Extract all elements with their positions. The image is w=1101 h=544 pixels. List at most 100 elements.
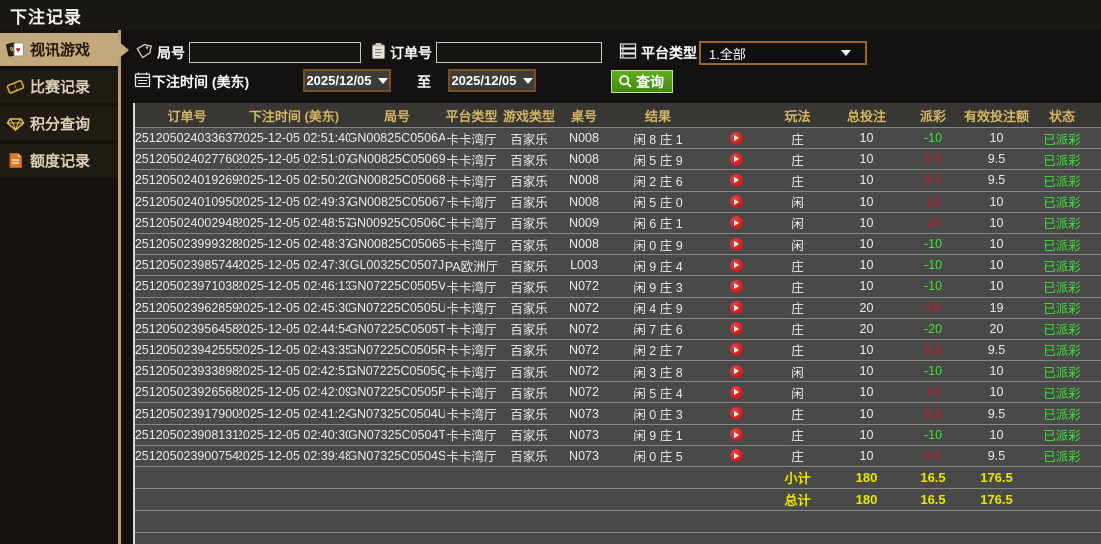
play-video-icon[interactable] (729, 152, 743, 166)
cell-status: 已派彩 (1043, 259, 1081, 274)
cell-round-number: GN07225C0505R (349, 342, 445, 357)
cards-icon: 9 ♥ (0, 41, 30, 58)
cell-valid-bet: 10 (989, 237, 1004, 252)
cell-bet-time: 2025-12-05 02:43:35 (239, 342, 349, 357)
query-button[interactable]: 查询 (611, 70, 673, 93)
play-video-icon[interactable] (729, 131, 743, 145)
empty-cell (498, 467, 560, 488)
cell-result: 闲 2 庄 7 (608, 340, 764, 360)
clipped-column (1095, 170, 1101, 190)
play-slot (708, 428, 764, 442)
empty-cell (560, 489, 608, 510)
tag-icon (135, 43, 153, 65)
empty-cell (445, 467, 498, 488)
chevron-down-icon (841, 50, 851, 56)
play-video-icon[interactable] (729, 407, 743, 421)
cell-bet-type: 庄 (791, 344, 804, 359)
cell-payout: 10 (926, 385, 940, 400)
play-video-icon[interactable] (729, 173, 743, 187)
play-video-icon[interactable] (729, 449, 743, 463)
sidebar-item-quota-records[interactable]: 额度记录 (0, 144, 118, 177)
play-video-icon[interactable] (729, 385, 743, 399)
cell-total-bet: 10 (859, 385, 874, 400)
play-video-icon[interactable] (729, 301, 743, 315)
cell-bet-type: 闲 (791, 196, 804, 211)
cell-game-type: 百家乐 (510, 365, 548, 380)
play-slot (708, 195, 764, 209)
date-to-picker[interactable]: 2025/12/05 (448, 69, 536, 92)
cell-round-number: GL00325C0507J (349, 258, 445, 273)
cell-result: 闲 9 庄 3 (608, 276, 764, 296)
column-header: 派彩 (919, 108, 946, 124)
play-video-icon[interactable] (729, 343, 743, 357)
cell-game-type: 百家乐 (510, 174, 548, 189)
cell-platform-type: 卡卡湾厅 (446, 344, 497, 359)
cell-game-type: 百家乐 (510, 302, 548, 317)
sidebar-item-match-records[interactable]: 比赛记录 (0, 70, 118, 103)
chevron-down-icon (522, 77, 533, 84)
cell-valid-bet: 10 (989, 364, 1004, 379)
date-from-picker[interactable]: 2025/12/05 (303, 69, 391, 92)
play-video-icon[interactable] (729, 364, 743, 378)
cell-order-number: 251205023942555 (135, 342, 239, 357)
result-text: 闲 0 庄 9 (633, 238, 683, 253)
cell-game-type: 百家乐 (510, 196, 548, 211)
cell-table-number: N072 (569, 342, 599, 357)
cell-valid-bet: 9.5 (987, 173, 1006, 188)
table-row: 251205023908131 2025-12-05 02:40:30 GN0732… (135, 424, 1101, 446)
cell-game-type: 百家乐 (510, 323, 548, 338)
cell-bet-type: 庄 (791, 323, 804, 338)
cell-round-number: GN00825C05067 (349, 194, 445, 209)
cell-bet-time: 2025-12-05 02:51:07 (239, 152, 349, 167)
clipped-column (1095, 361, 1101, 381)
top-bar: 下注记录 (0, 0, 1101, 30)
cell-round-number: GN00825C05065 (349, 237, 445, 252)
order-number-input[interactable] (436, 42, 602, 63)
cell-valid-bet: 9.5 (987, 152, 1006, 167)
play-video-icon[interactable] (729, 258, 743, 272)
cell-game-type: 百家乐 (510, 429, 548, 444)
cell-platform-type: 卡卡湾厅 (446, 408, 497, 423)
svg-text:♥: ♥ (15, 46, 20, 55)
chevron-down-icon (377, 77, 388, 84)
cell-result: 闲 5 庄 9 (608, 149, 764, 169)
cell-round-number: GN00925C0506C (349, 215, 445, 230)
cell-order-number: 251205023971038 (135, 279, 239, 294)
empty-cell (239, 467, 349, 488)
cell-table-number: N073 (569, 448, 599, 463)
platform-type-select[interactable]: 1.全部 (699, 41, 867, 65)
result-text: 闲 5 庄 0 (633, 196, 683, 211)
cell-bet-type: 庄 (791, 429, 804, 444)
bet-records-table: 订单号 下注时间 (美东) 局号 平台类型 游戏类型 桌号 结果 玩法 总投注 派彩 有效投注额 状态… (133, 103, 1101, 544)
cell-bet-time: 2025-12-05 02:39:48 (239, 448, 349, 463)
cell-bet-time: 2025-12-05 02:46:13 (239, 279, 349, 294)
clipped-column (1095, 446, 1101, 466)
clipped-column (1095, 149, 1101, 169)
clipped-column (1095, 467, 1101, 488)
play-video-icon[interactable] (729, 428, 743, 442)
clipped-column (1095, 234, 1101, 254)
empty-cell (608, 489, 764, 510)
play-video-icon[interactable] (729, 279, 743, 293)
table-body: 251205024033637 2025-12-05 02:51:40 GN0082… (135, 128, 1101, 544)
total-row-label: 总计 (784, 493, 811, 508)
result-text: 闲 9 庄 1 (633, 429, 683, 444)
cell-status: 已派彩 (1043, 217, 1081, 232)
play-slot (708, 385, 764, 399)
play-video-icon[interactable] (729, 322, 743, 336)
empty-row (135, 511, 1101, 533)
play-video-icon[interactable] (729, 237, 743, 251)
play-video-icon[interactable] (729, 216, 743, 230)
cell-bet-type: 庄 (791, 174, 804, 189)
round-number-input[interactable] (189, 42, 361, 63)
play-video-icon[interactable] (729, 195, 743, 209)
calendar-icon (134, 71, 151, 93)
cell-bet-time: 2025-12-05 02:51:40 (239, 131, 349, 146)
empty-cell (135, 489, 239, 510)
sidebar-item-points-query[interactable]: 积分查询 (0, 107, 118, 140)
cell-total-bet: 10 (859, 152, 874, 167)
cell-valid-bet: 10 (989, 258, 1004, 273)
sidebar-item-video-games[interactable]: 9 ♥ 视讯游戏 (0, 33, 129, 66)
total-row-payout: 16.5 (920, 492, 946, 507)
cell-bet-time: 2025-12-05 02:42:51 (239, 364, 349, 379)
